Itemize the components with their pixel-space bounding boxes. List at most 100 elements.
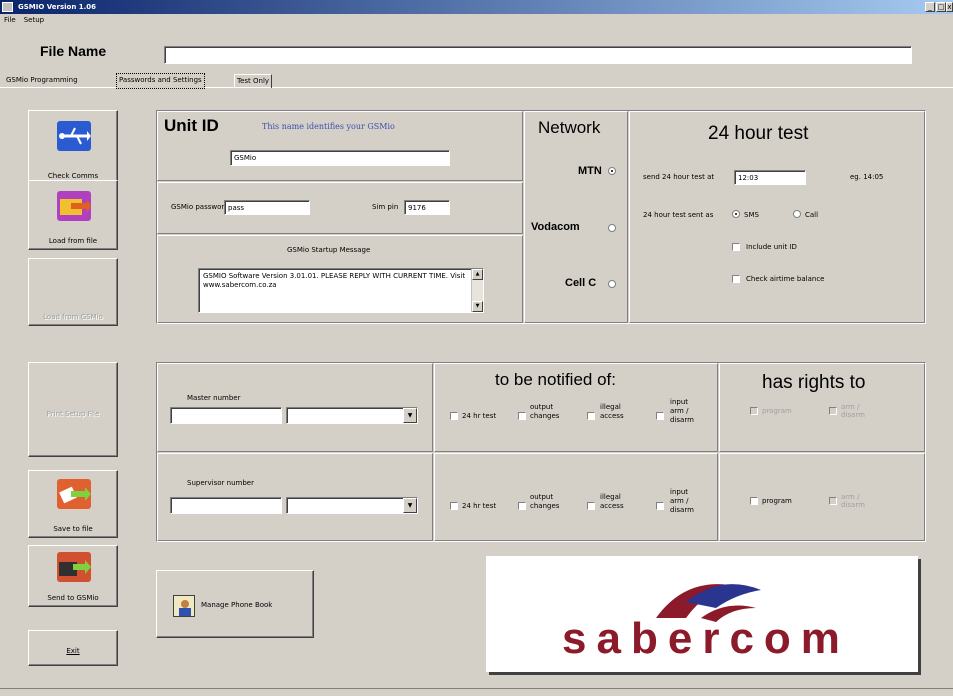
phonebook-icon	[173, 595, 195, 617]
call-radio[interactable]	[793, 210, 801, 218]
send-24-label: send 24 hour test at	[643, 173, 715, 181]
supervisor-number-label: Supervisor number	[187, 479, 254, 487]
include-unit-id-label: Include unit ID	[746, 243, 797, 251]
sim-pin-label: Sim pin	[372, 203, 399, 211]
sabercom-logo: sabercom	[486, 556, 918, 672]
master-24hr-label: 24 hr test	[462, 412, 497, 420]
supervisor-24hr-label: 24 hr test	[462, 502, 497, 510]
minimize-button[interactable]: _	[925, 2, 935, 12]
gsmio-password-label: GSMio password	[171, 203, 229, 211]
exit-label: Exit	[66, 647, 80, 655]
load-from-file-label: Load from file	[48, 237, 98, 245]
folder-icon	[57, 191, 91, 221]
startup-message-label: GSMio Startup Message	[287, 246, 371, 254]
save-to-file-button[interactable]: Save to file	[28, 470, 118, 538]
supervisor-number-input[interactable]	[170, 497, 282, 514]
master-illegal-checkbox[interactable]	[587, 412, 595, 420]
filename-input[interactable]	[164, 46, 912, 64]
restore-button[interactable]: □	[936, 2, 946, 12]
master-arm-label: arm / disarm	[841, 403, 865, 419]
window-title: GSMIO Version 1.06	[18, 3, 97, 11]
check-comms-button[interactable]: Check Comms	[28, 110, 118, 185]
tab-strip: GSMio Programming Passwords and Settings…	[0, 73, 953, 89]
gsmio-password-input[interactable]: pass	[224, 200, 310, 215]
master-program-label: program	[762, 407, 792, 415]
load-from-file-button[interactable]: Load from file	[28, 180, 118, 250]
tab-passwords-settings[interactable]: Passwords and Settings	[116, 73, 205, 89]
supervisor-output-label: output changes	[530, 493, 560, 510]
check-airtime-checkbox[interactable]	[732, 275, 740, 283]
tab-test-only[interactable]: Test Only	[234, 74, 273, 88]
notify-title: to be notified of:	[495, 370, 616, 389]
master-24hr-checkbox[interactable]	[450, 412, 458, 420]
save-to-file-label: Save to file	[53, 525, 93, 533]
status-bar	[0, 688, 953, 696]
startup-message-text: GSMIO Software Version 3.01.01. PLEASE R…	[203, 272, 466, 289]
supervisor-program-label: program	[762, 497, 792, 505]
network-title: Network	[538, 118, 601, 137]
supervisor-number-dropdown[interactable]: ▼	[286, 497, 418, 514]
network-mtn-radio[interactable]	[608, 167, 616, 175]
load-from-gsmio-button[interactable]: Load from GSMio	[28, 258, 118, 326]
unit-id-input[interactable]: GSMio	[230, 150, 450, 166]
master-output-label: output changes	[530, 403, 560, 420]
call-label: Call	[805, 211, 819, 219]
check-airtime-label: Check airtime balance	[746, 275, 825, 283]
send-to-gsmio-label: Send to GSMio	[47, 594, 99, 602]
send-device-icon	[57, 552, 91, 582]
time-example: eg. 14:05	[850, 173, 884, 181]
usb-icon	[57, 121, 91, 151]
exit-button[interactable]: Exit	[28, 630, 118, 666]
supervisor-illegal-checkbox[interactable]	[587, 502, 595, 510]
scroll-down-icon[interactable]: ▼	[472, 301, 483, 312]
menu-bar: File Setup	[0, 14, 953, 26]
test-time-input[interactable]: 12:03	[734, 170, 806, 185]
sms-label: SMS	[744, 211, 759, 219]
master-number-dropdown[interactable]: ▼	[286, 407, 418, 424]
startup-message-textarea[interactable]: GSMIO Software Version 3.01.01. PLEASE R…	[198, 268, 484, 313]
print-setup-file-button[interactable]: Print Setup File	[28, 362, 118, 457]
network-mtn-label: MTN	[578, 165, 602, 177]
master-arm-checkbox[interactable]	[829, 407, 837, 415]
network-vodacom-radio[interactable]	[608, 224, 616, 232]
include-unit-id-checkbox[interactable]	[732, 243, 740, 251]
close-button[interactable]: x	[946, 2, 953, 12]
master-number-label: Master number	[187, 394, 241, 402]
chevron-down-icon[interactable]: ▼	[403, 408, 417, 423]
network-cellc-label: Cell C	[565, 277, 597, 289]
supervisor-output-checkbox[interactable]	[518, 502, 526, 510]
save-file-icon	[57, 479, 91, 509]
tab-gsmio-programming[interactable]: GSMio Programming	[4, 74, 80, 88]
unit-id-title: Unit ID	[164, 116, 219, 135]
master-output-checkbox[interactable]	[518, 412, 526, 420]
network-vodacom-label: Vodacom	[531, 221, 580, 233]
menu-file[interactable]: File	[4, 16, 16, 24]
startup-message-scrollbar[interactable]: ▲ ▼	[471, 269, 483, 312]
supervisor-24hr-checkbox[interactable]	[450, 502, 458, 510]
scroll-up-icon[interactable]: ▲	[472, 269, 483, 280]
master-illegal-label: illegal access	[600, 403, 624, 420]
rights-title: has rights to	[762, 372, 866, 393]
chevron-down-icon[interactable]: ▼	[403, 498, 417, 513]
send-to-gsmio-button[interactable]: Send to GSMio	[28, 545, 118, 607]
menu-setup[interactable]: Setup	[24, 16, 44, 24]
manage-phone-book-button[interactable]: Manage Phone Book	[156, 570, 314, 638]
sms-radio[interactable]	[732, 210, 740, 218]
sabercom-logo-text: sabercom	[562, 614, 850, 663]
check-comms-label: Check Comms	[47, 172, 99, 180]
master-program-checkbox[interactable]	[750, 407, 758, 415]
master-number-input[interactable]	[170, 407, 282, 424]
supervisor-arm-checkbox[interactable]	[829, 497, 837, 505]
master-input-checkbox[interactable]	[656, 412, 664, 420]
supervisor-program-checkbox[interactable]	[750, 497, 758, 505]
supervisor-input-checkbox[interactable]	[656, 502, 664, 510]
sent-as-label: 24 hour test sent as	[643, 211, 714, 219]
network-cellc-radio[interactable]	[608, 280, 616, 288]
test24-title: 24 hour test	[708, 123, 809, 144]
print-setup-file-label: Print Setup File	[46, 410, 100, 418]
sim-pin-input[interactable]: 9176	[404, 200, 450, 215]
manage-phone-book-label: Manage Phone Book	[201, 601, 273, 609]
unit-id-subtitle: This name identifies your GSMio	[262, 122, 395, 131]
supervisor-input-label: input arm / disarm	[670, 488, 694, 514]
supervisor-illegal-label: illegal access	[600, 493, 624, 510]
